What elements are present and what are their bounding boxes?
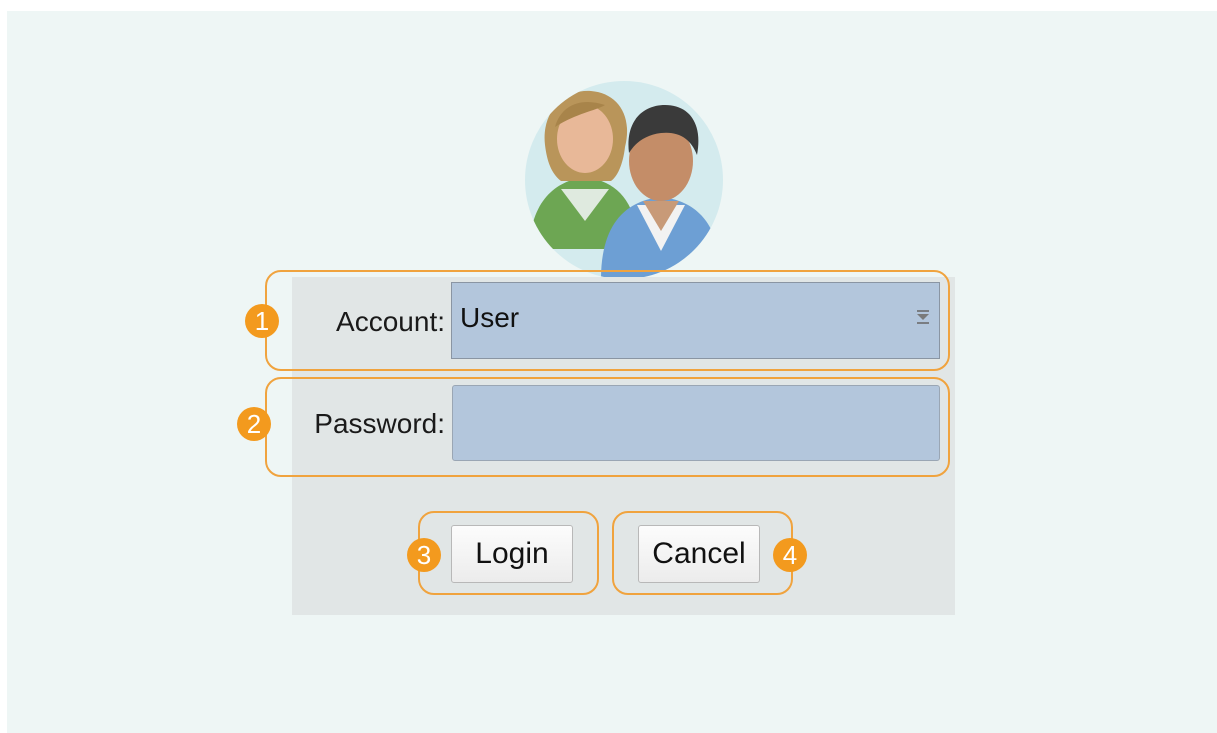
users-icon	[525, 81, 723, 279]
callout-badge-1: 1	[245, 304, 279, 338]
callout-badge-4: 4	[773, 538, 807, 572]
cancel-button[interactable]: Cancel	[638, 525, 760, 583]
account-label: Account:	[336, 306, 445, 337]
account-selected-value: User	[460, 302, 520, 333]
callout-badge-3: 3	[407, 538, 441, 572]
dropdown-arrow-icon	[917, 310, 929, 324]
account-dropdown[interactable]: User	[451, 282, 940, 359]
callout-badge-2: 2	[237, 407, 271, 441]
login-button[interactable]: Login	[451, 525, 573, 583]
login-screen: 1 Account: User 2 Password: 3 Login 4 Ca…	[7, 11, 1217, 733]
password-label: Password:	[314, 408, 445, 439]
password-field[interactable]	[452, 385, 940, 461]
